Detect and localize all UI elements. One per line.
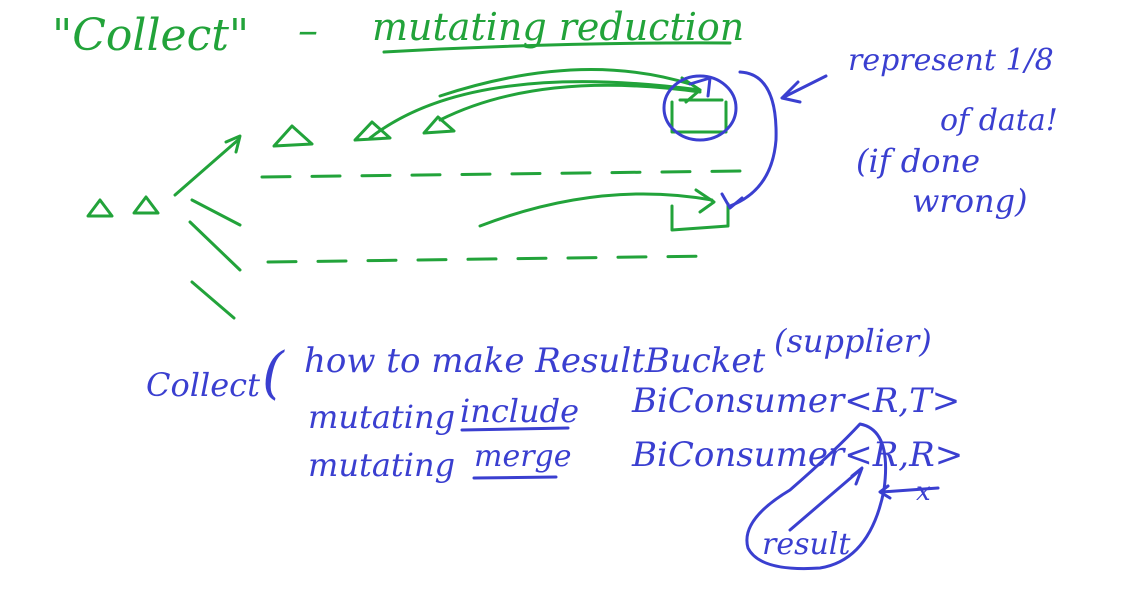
include-word: include: [460, 392, 579, 430]
how-to-make: how to make ResultBucket: [304, 341, 766, 381]
title-collect: "Collect": [52, 10, 249, 61]
include-underline: [460, 426, 570, 432]
source-triangles: [86, 195, 160, 218]
supplier-label: (supplier): [774, 322, 932, 360]
side-note-line1: represent 1/8: [848, 43, 1054, 78]
dashed-lanes: [260, 169, 742, 264]
x-mark: x: [916, 477, 931, 507]
result-bucket-1: [670, 98, 728, 134]
mutating-include-prefix: mutating: [308, 398, 455, 436]
result-label: result: [762, 527, 851, 562]
accumulate-arrows: [368, 68, 716, 228]
whiteboard: "Collect" – mutating reduction represent…: [52, 5, 1058, 571]
side-note-line3: (if done: [856, 142, 980, 180]
result-bucket-2: [670, 202, 730, 232]
merge-word: merge: [474, 439, 572, 474]
merge-underline: [472, 475, 558, 480]
pointer-arrow: [780, 74, 828, 104]
collect-word: Collect: [146, 366, 260, 404]
title-dash: –: [298, 8, 318, 54]
paren-open: (: [262, 341, 285, 406]
partition-triangles: [272, 115, 456, 148]
bucket-loop-arrow: [662, 70, 778, 210]
split-strokes: [173, 134, 242, 320]
side-note-line2: of data!: [940, 103, 1058, 138]
sig-merge: BiConsumer<R,R>: [631, 435, 963, 475]
side-note-line4: wrong): [912, 182, 1028, 220]
mutating-merge-prefix: mutating: [308, 446, 455, 484]
sig-include: BiConsumer<R,T>: [631, 381, 960, 421]
